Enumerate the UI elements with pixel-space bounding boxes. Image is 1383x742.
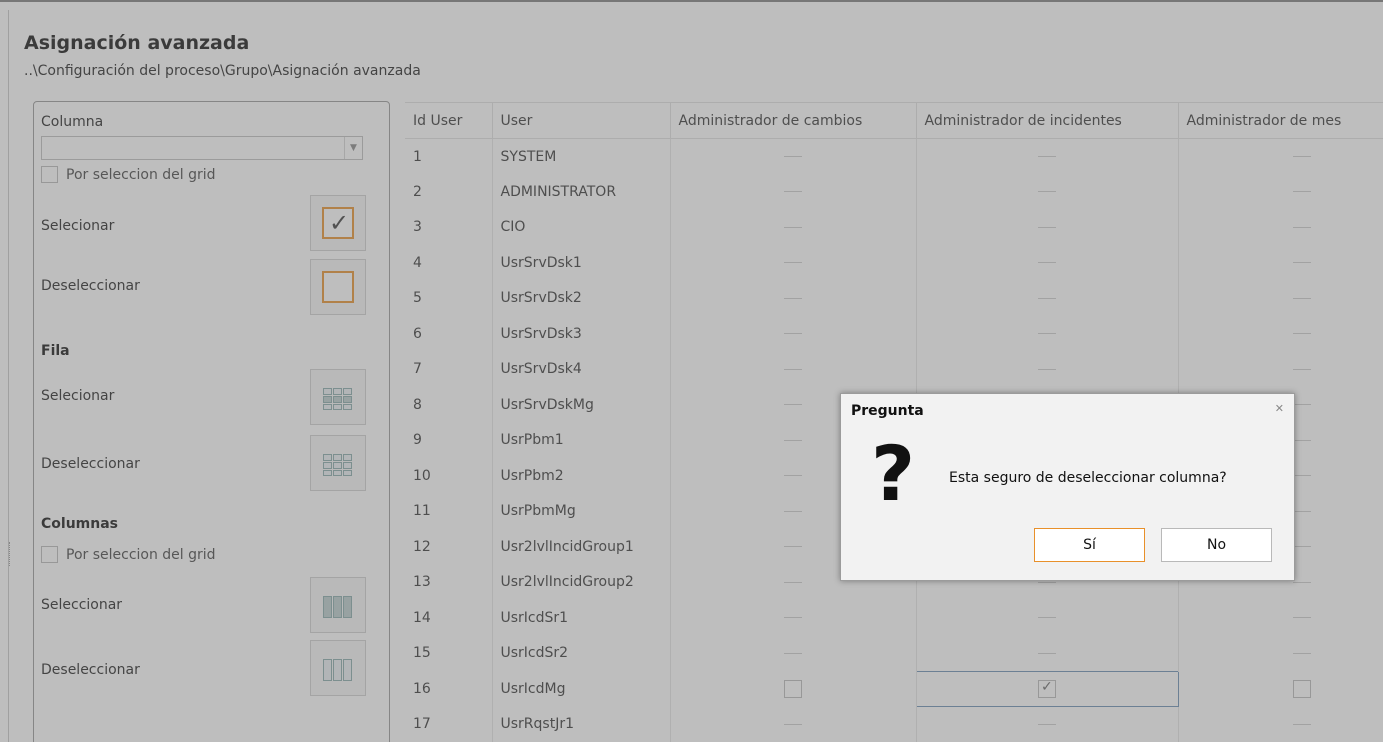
question-mark-icon: ? [871, 429, 916, 518]
confirm-dialog: Pregunta ✕ ? Esta seguro de deselecciona… [840, 393, 1295, 581]
dialog-message: Esta seguro de deseleccionar columna? [949, 470, 1227, 486]
no-button[interactable]: No [1161, 528, 1272, 562]
yes-button[interactable]: Sí [1034, 528, 1145, 562]
modal-overlay [0, 2, 1383, 742]
close-icon[interactable]: ✕ [1275, 402, 1284, 415]
dialog-title: Pregunta [851, 403, 924, 419]
advanced-assignment-page: Asignación avanzada ..\Configuración del… [0, 0, 1383, 742]
